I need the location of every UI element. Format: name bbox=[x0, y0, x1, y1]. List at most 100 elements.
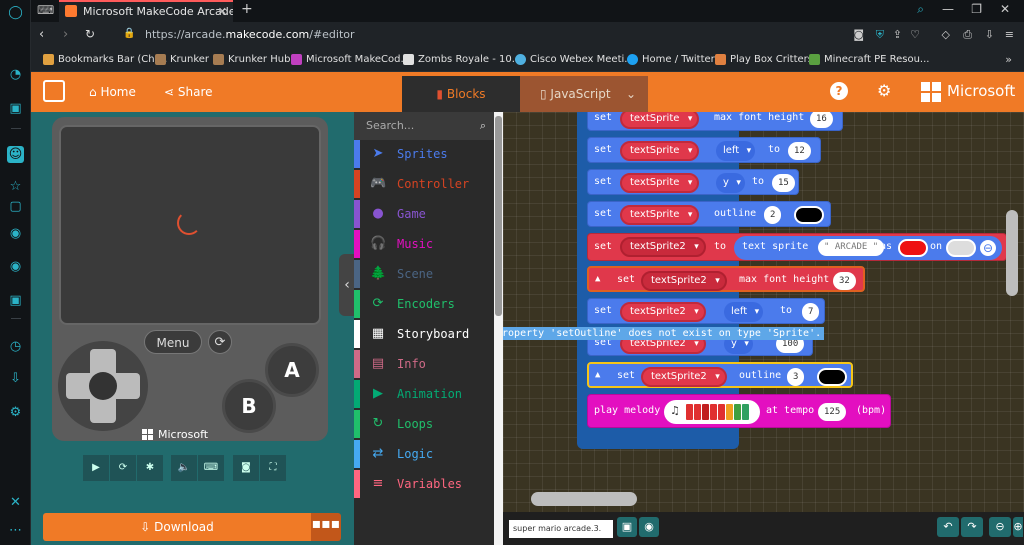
chevron-down-icon[interactable]: ⌄ bbox=[626, 76, 636, 112]
play-melody-block[interactable]: play melody ♫ at tempo 125 (bpm) bbox=[587, 394, 891, 428]
var-dropdown[interactable]: textSprite bbox=[620, 141, 700, 161]
camera-icon[interactable]: ◙ bbox=[853, 28, 864, 41]
set-y-block[interactable]: set textSprite y to 15 bbox=[587, 169, 799, 195]
melody-editor[interactable]: ♫ bbox=[664, 400, 760, 424]
var-dropdown[interactable]: textSprite bbox=[620, 112, 700, 129]
bookmark-item[interactable]: Cisco Webex Meeti... bbox=[515, 54, 634, 65]
number-input[interactable]: 2 bbox=[764, 206, 782, 224]
prop-dropdown[interactable]: left bbox=[724, 302, 764, 322]
number-input[interactable]: 3 bbox=[787, 368, 805, 386]
game-screen[interactable] bbox=[59, 125, 321, 325]
number-input[interactable]: 15 bbox=[772, 174, 795, 192]
save-icon[interactable]: ▣ bbox=[617, 517, 637, 537]
set-max-font-2-block[interactable]: ▲ set textSprite2 max font height 32 bbox=[587, 266, 865, 292]
tab-gamepad-icon[interactable]: ⌨ bbox=[37, 3, 54, 17]
prop-dropdown[interactable]: left bbox=[716, 141, 756, 161]
warning-icon[interactable]: ▲ bbox=[595, 274, 600, 284]
javascript-tab[interactable]: ▯ JavaScript ⌄ bbox=[520, 76, 648, 112]
toolbox-category-variables[interactable]: ≡ Variables bbox=[354, 470, 494, 498]
var-dropdown[interactable]: textSprite2 bbox=[641, 367, 727, 387]
new-tab-icon[interactable]: + bbox=[241, 1, 253, 17]
toolbox-search-input[interactable]: Search... ⌕ bbox=[354, 112, 494, 140]
bookmark-item[interactable]: Zombs Royale - 10... bbox=[403, 54, 521, 65]
reload-icon[interactable]: ↻ bbox=[85, 27, 95, 41]
restart-icon[interactable]: ⟳ bbox=[208, 330, 232, 354]
minimize-icon[interactable]: — bbox=[942, 2, 954, 16]
bookmark-item[interactable]: Home / Twitter bbox=[627, 54, 715, 65]
redo-icon[interactable]: ↷ bbox=[961, 517, 983, 537]
zoom-out-icon[interactable]: ⊖ bbox=[989, 517, 1011, 537]
url-field[interactable]: https://arcade.makecode.com/#editor bbox=[145, 28, 355, 41]
var-dropdown[interactable]: textSprite2 bbox=[620, 302, 706, 322]
toolbox-category-game[interactable]: ● Game bbox=[354, 200, 494, 228]
menu-button[interactable]: Menu bbox=[144, 330, 202, 354]
bookmark-item[interactable]: Minecraft PE Resou... bbox=[809, 54, 929, 65]
var-dropdown[interactable]: textSprite2 bbox=[620, 237, 706, 257]
screenshot-icon[interactable]: ◙ bbox=[233, 455, 259, 481]
toolbox-category-encoders[interactable]: ⟳ Encoders bbox=[354, 290, 494, 318]
number-input[interactable]: 7 bbox=[802, 303, 820, 321]
color-picker[interactable] bbox=[946, 239, 976, 257]
number-input[interactable]: 12 bbox=[788, 142, 811, 160]
close-window-icon[interactable]: ✕ bbox=[1000, 2, 1010, 16]
twitter-icon[interactable]: ◉ bbox=[7, 258, 24, 275]
toolbox-scrollbar[interactable] bbox=[494, 112, 503, 545]
toolbox-category-storyboard[interactable]: ▦ Storyboard bbox=[354, 320, 494, 348]
prop-dropdown[interactable]: y bbox=[716, 173, 745, 193]
toolbox-category-sprites[interactable]: ➤ Sprites bbox=[354, 140, 494, 168]
undo-icon[interactable]: ↶ bbox=[937, 517, 959, 537]
debug-icon[interactable]: ✱ bbox=[137, 455, 163, 481]
speed-dial-icon[interactable]: ◔ bbox=[7, 66, 24, 83]
share-button[interactable]: ⋖ Share bbox=[164, 85, 213, 99]
help-icon[interactable]: ? bbox=[830, 82, 848, 100]
more-icon[interactable]: ⋯ bbox=[7, 522, 24, 539]
bookmarks-overflow-icon[interactable]: » bbox=[1005, 53, 1012, 66]
zoom-in-icon[interactable]: ⊕ bbox=[1013, 517, 1023, 537]
bookmark-item[interactable]: Microsoft MakeCod... bbox=[291, 54, 410, 65]
download-button[interactable]: ⇩ Download bbox=[43, 513, 311, 541]
set-left-block[interactable]: set textSprite left to 12 bbox=[587, 137, 821, 163]
restart-sim-icon[interactable]: ⟳ bbox=[110, 455, 136, 481]
toolbox-category-music[interactable]: 🎧 Music bbox=[354, 230, 494, 258]
set-textsprite2-block[interactable]: set textSprite2 to text sprite " ARCADE … bbox=[587, 233, 1007, 261]
set-outline-2-block[interactable]: ▲ set textSprite2 outline 3 bbox=[587, 362, 853, 388]
extension-icon[interactable]: ✕ bbox=[7, 494, 24, 511]
toolbox-scroll-thumb[interactable] bbox=[495, 116, 502, 316]
browser-tab[interactable]: Microsoft MakeCode Arcade ✕ bbox=[59, 0, 233, 22]
download-bar-icon[interactable]: ⇩ bbox=[985, 28, 994, 41]
a-button[interactable]: A bbox=[265, 343, 319, 397]
color-picker[interactable] bbox=[817, 368, 847, 386]
toolbox-category-logic[interactable]: ⇄ Logic bbox=[354, 440, 494, 468]
var-dropdown[interactable]: textSprite bbox=[620, 173, 700, 193]
number-input[interactable]: 16 bbox=[810, 112, 833, 128]
remove-icon[interactable]: ⊖ bbox=[980, 240, 996, 256]
play-icon[interactable]: ▶ bbox=[83, 455, 109, 481]
blocks-workspace[interactable]: set textSprite max font height 16 set te… bbox=[503, 112, 1024, 545]
snapshot-icon[interactable]: ⎙ bbox=[963, 28, 972, 42]
game-icon[interactable]: ☺ bbox=[7, 146, 24, 163]
number-input[interactable]: 32 bbox=[833, 272, 856, 290]
discord-icon[interactable]: ▣ bbox=[7, 292, 24, 309]
history-icon[interactable]: ◷ bbox=[7, 338, 24, 355]
color-picker[interactable] bbox=[794, 206, 824, 224]
github-icon[interactable]: ◉ bbox=[639, 517, 659, 537]
restore-icon[interactable]: ❐ bbox=[971, 2, 982, 16]
bookmark-item[interactable]: Krunker bbox=[155, 54, 209, 65]
tempo-input[interactable]: 125 bbox=[818, 403, 847, 421]
toolbox-category-animation[interactable]: ▶ Animation bbox=[354, 380, 494, 408]
twitch-icon[interactable]: ▣ bbox=[7, 100, 24, 117]
search-tabs-icon[interactable]: ⌕ bbox=[917, 2, 924, 17]
share-page-icon[interactable]: ⇪ bbox=[893, 28, 902, 41]
warning-icon[interactable]: ▲ bbox=[595, 370, 600, 380]
workspace-hscroll[interactable] bbox=[531, 492, 637, 506]
bookmark-item[interactable]: Krunker Hub bbox=[213, 54, 290, 65]
var-dropdown[interactable]: textSprite bbox=[620, 205, 700, 225]
download-icon[interactable]: ⇩ bbox=[7, 370, 24, 387]
b-button[interactable]: B bbox=[222, 379, 276, 433]
fullscreen-icon[interactable]: ⛶ bbox=[260, 455, 286, 481]
arcade-logo-icon[interactable] bbox=[43, 80, 65, 102]
toolbox-category-scene[interactable]: 🌲 Scene bbox=[354, 260, 494, 288]
set-max-font-block[interactable]: set textSprite max font height 16 bbox=[587, 112, 843, 131]
toolbox-category-controller[interactable]: 🎮 Controller bbox=[354, 170, 494, 198]
project-name-input[interactable]: super mario arcade.3. bbox=[509, 520, 613, 538]
